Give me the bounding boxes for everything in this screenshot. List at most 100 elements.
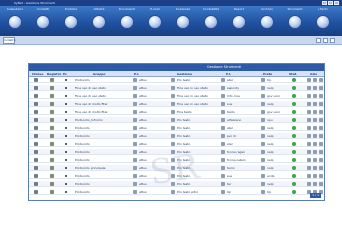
print-icon[interactable] <box>323 38 328 43</box>
delete-icon[interactable] <box>319 182 323 186</box>
document-icon[interactable] <box>34 134 38 138</box>
table-row[interactable]: Protocollo ettus Pro testo ater nelp <box>29 125 324 131</box>
search-icon[interactable] <box>313 142 317 146</box>
search-icon[interactable] <box>313 94 317 98</box>
search-icon[interactable] <box>313 126 317 130</box>
document-icon[interactable] <box>34 158 38 162</box>
pager[interactable]: 1 / 1 <box>310 193 321 198</box>
table-row[interactable]: Protocollo ettus Pro testo ster nelp <box>29 141 324 147</box>
menu-item-8[interactable]: Contabilità <box>196 7 226 35</box>
menu-item-9[interactable]: Report <box>224 7 254 35</box>
search-icon[interactable] <box>313 150 317 154</box>
document-icon[interactable] <box>34 78 38 82</box>
table-row[interactable]: Protocollo ettus Pro testo per dr nelp <box>29 133 324 139</box>
document-icon[interactable] <box>34 166 38 170</box>
table-row[interactable]: Fine uso di molto fitar ettus Fine testo te… <box>29 109 324 115</box>
edit-icon[interactable] <box>307 150 311 154</box>
wrench-icon[interactable] <box>50 174 54 178</box>
edit-icon[interactable] <box>307 78 311 82</box>
refresh-icon[interactable] <box>316 38 321 43</box>
wrench-icon[interactable] <box>50 134 54 138</box>
delete-icon[interactable] <box>319 118 323 122</box>
table-row[interactable]: Protocollo_Informo ettus Pro testo alfalsia… <box>29 117 324 123</box>
wrench-icon[interactable] <box>50 166 54 170</box>
search-icon[interactable] <box>313 182 317 186</box>
table-row[interactable]: Protocollo ettus Pro testo ater trp <box>29 77 324 83</box>
document-icon[interactable] <box>34 126 38 130</box>
search-icon[interactable] <box>313 86 317 90</box>
edit-icon[interactable] <box>307 134 311 138</box>
delete-icon[interactable] <box>319 174 323 178</box>
document-icon[interactable] <box>34 86 38 90</box>
wrench-icon[interactable] <box>50 78 54 82</box>
delete-icon[interactable] <box>319 94 323 98</box>
document-icon[interactable] <box>34 118 38 122</box>
delete-icon[interactable] <box>319 102 323 106</box>
edit-icon[interactable] <box>307 94 311 98</box>
delete-icon[interactable] <box>319 134 323 138</box>
edit-icon[interactable] <box>307 86 311 90</box>
wrench-icon[interactable] <box>50 118 54 122</box>
wrench-icon[interactable] <box>50 190 54 194</box>
menu-item-12[interactable]: Utenti <box>308 7 338 35</box>
menu-item-1[interactable]: Calendario <box>0 7 30 35</box>
menu-item-11[interactable]: Strumenti <box>280 7 310 35</box>
search-icon[interactable] <box>313 102 317 106</box>
delete-icon[interactable] <box>319 78 323 82</box>
search-icon[interactable] <box>313 166 317 170</box>
document-icon[interactable] <box>34 102 38 106</box>
wrench-icon[interactable] <box>50 142 54 146</box>
document-icon[interactable] <box>34 110 38 114</box>
search-icon[interactable] <box>313 134 317 138</box>
close-button[interactable] <box>334 1 339 5</box>
edit-icon[interactable] <box>307 182 311 186</box>
back-button[interactable]: Indietro <box>3 37 16 44</box>
delete-icon[interactable] <box>319 86 323 90</box>
wrench-icon[interactable] <box>50 94 54 98</box>
delete-icon[interactable] <box>319 110 323 114</box>
wrench-icon[interactable] <box>50 158 54 162</box>
document-icon[interactable] <box>34 182 38 186</box>
wrench-icon[interactable] <box>50 126 54 130</box>
document-icon[interactable] <box>34 142 38 146</box>
search-icon[interactable] <box>313 118 317 122</box>
wrench-icon[interactable] <box>50 110 54 114</box>
table-row[interactable]: Fine uso di uso stato ettus Fine uso in us… <box>29 85 324 91</box>
maximize-button[interactable] <box>328 1 333 5</box>
table-row[interactable]: Fine uso di molto fitar ettus Fine uso in … <box>29 101 324 107</box>
menu-item-6[interactable]: E-mail <box>140 7 170 35</box>
document-icon[interactable] <box>34 174 38 178</box>
menu-item-5[interactable]: Documenti <box>112 7 142 35</box>
edit-icon[interactable] <box>307 158 311 162</box>
edit-icon[interactable] <box>307 166 311 170</box>
menu-item-2[interactable]: Contatti <box>28 7 58 35</box>
wrench-icon[interactable] <box>50 86 54 90</box>
delete-icon[interactable] <box>319 142 323 146</box>
edit-icon[interactable] <box>307 102 311 106</box>
delete-icon[interactable] <box>319 150 323 154</box>
edit-icon[interactable] <box>307 110 311 114</box>
table-row[interactable]: Fine uso di uso stato ettus Fine uso in us… <box>29 93 324 99</box>
menu-item-4[interactable]: Attività <box>84 7 114 35</box>
edit-icon[interactable] <box>307 174 311 178</box>
edit-icon[interactable] <box>307 118 311 122</box>
delete-icon[interactable] <box>319 126 323 130</box>
search-icon[interactable] <box>313 158 317 162</box>
wrench-icon[interactable] <box>50 182 54 186</box>
menu-item-10[interactable]: Archivio <box>252 7 282 35</box>
delete-icon[interactable] <box>319 158 323 162</box>
delete-icon[interactable] <box>319 166 323 170</box>
menu-item-7[interactable]: Scadenze <box>168 7 198 35</box>
edit-icon[interactable] <box>307 126 311 130</box>
document-icon[interactable] <box>34 190 38 194</box>
help-icon[interactable] <box>330 38 335 43</box>
document-icon[interactable] <box>34 150 38 154</box>
wrench-icon[interactable] <box>50 150 54 154</box>
search-icon[interactable] <box>313 78 317 82</box>
document-icon[interactable] <box>34 94 38 98</box>
minimize-button[interactable] <box>322 1 327 5</box>
wrench-icon[interactable] <box>50 102 54 106</box>
search-icon[interactable] <box>313 110 317 114</box>
menu-item-3[interactable]: Pratiche <box>56 7 86 35</box>
search-icon[interactable] <box>313 174 317 178</box>
